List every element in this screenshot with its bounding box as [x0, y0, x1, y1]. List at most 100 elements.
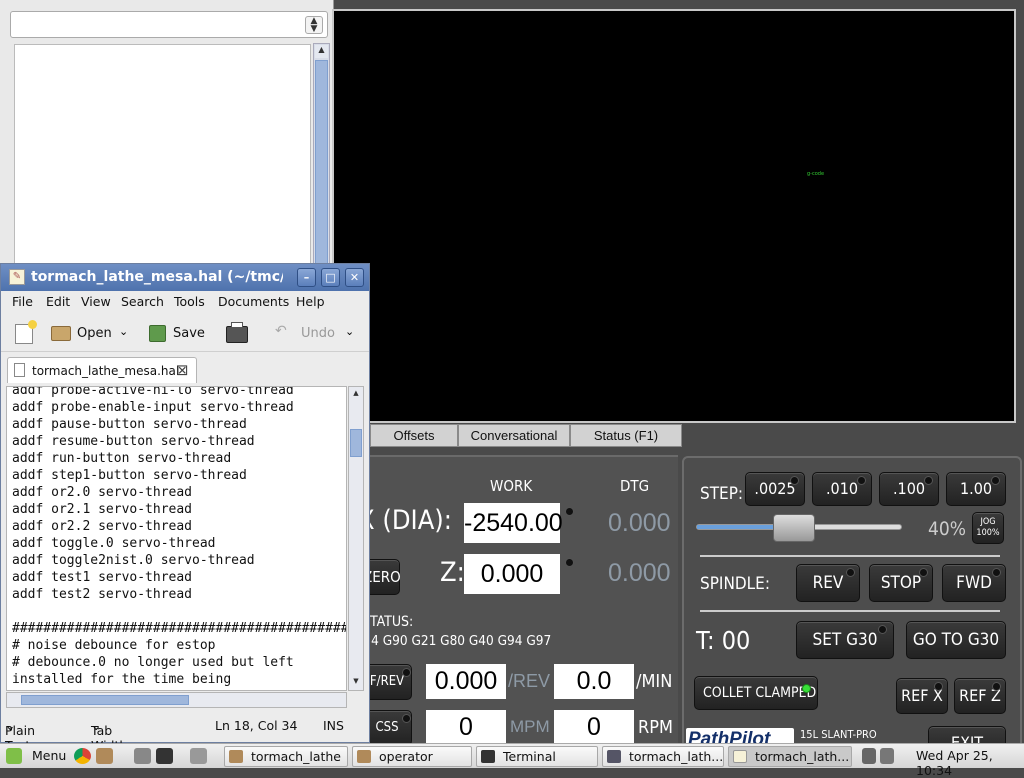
code-line[interactable]: addf or2.2 servo-thread	[12, 519, 192, 534]
chrome-icon[interactable]	[74, 748, 91, 764]
maximize-icon[interactable]: □	[321, 268, 340, 287]
chevron-down-icon[interactable]: ⌄	[345, 325, 354, 338]
collet-led	[802, 684, 811, 693]
chevron-down-icon[interactable]: ⌄	[119, 325, 128, 338]
code-line[interactable]: addf run-button servo-thread	[12, 451, 231, 466]
code-line[interactable]: addf pause-button servo-thread	[12, 417, 247, 432]
print-icon[interactable]	[226, 322, 248, 343]
menu-search[interactable]: Search	[121, 294, 164, 309]
menu-documents[interactable]: Documents	[218, 294, 289, 309]
task-terminal[interactable]: Terminal	[476, 746, 598, 767]
code-line[interactable]: addf test1 servo-thread	[12, 570, 192, 585]
files-icon[interactable]	[96, 748, 113, 764]
code-line[interactable]: addf toggle.0 servo-thread	[12, 536, 216, 551]
modal-status-text: G54 G90 G21 G80 G40 G94 G97	[354, 633, 552, 649]
menu-help[interactable]: Help	[296, 294, 325, 309]
editor-horizontal-scrollbar[interactable]	[6, 692, 347, 708]
code-line[interactable]: addf toggle2nist.0 servo-thread	[12, 553, 255, 568]
network-icon[interactable]	[190, 748, 207, 764]
code-line[interactable]: addf test2 servo-thread	[12, 587, 192, 602]
editor-vertical-scrollbar[interactable]: ▲ ▼	[348, 386, 364, 691]
tab-status[interactable]: Status (F1)	[570, 424, 682, 447]
task-tormach-app[interactable]: tormach_lath...	[602, 746, 724, 767]
folder-icon	[229, 750, 243, 763]
text-editor[interactable]: addf probe-active-hi-lo servo-thread addf…	[6, 386, 347, 691]
menu-view[interactable]: View	[81, 294, 111, 309]
jog-percent: 40%	[928, 518, 966, 540]
code-line[interactable]: addf step1-button servo-thread	[12, 468, 247, 483]
code-line[interactable]: ########################################…	[12, 621, 346, 636]
scroll-up-icon[interactable]: ▲	[350, 389, 362, 401]
code-line[interactable]: # debounce.0 no longer used but left	[12, 655, 294, 670]
gedit-app-icon: ✎	[9, 269, 25, 285]
x-work-dro[interactable]: -2540.00	[464, 503, 563, 543]
terminal-icon[interactable]	[156, 748, 173, 764]
rpm-dro[interactable]: 0	[554, 710, 634, 745]
spindle-label: SPINDLE:	[700, 574, 770, 594]
task-operator-folder[interactable]: operator	[352, 746, 472, 767]
network-status-icon[interactable]	[880, 748, 894, 764]
goto-g30-button[interactable]: GO TO G30	[906, 621, 1006, 659]
menu-file[interactable]: File	[12, 294, 33, 309]
volume-icon[interactable]	[862, 748, 876, 764]
task-label: operator	[379, 749, 433, 764]
clock[interactable]: Wed Apr 25, 10:34	[916, 748, 1024, 778]
step-0025-led	[790, 476, 799, 485]
scroll-up-icon[interactable]: ▲	[315, 45, 328, 58]
code-line[interactable]: addf or2.1 servo-thread	[12, 502, 192, 517]
code-line[interactable]: addf probe-enable-input servo-thread	[12, 400, 294, 415]
dtg-column-header: DTG	[620, 477, 650, 495]
window-title: tormach_lathe_mesa.hal (~/tmc/conf	[31, 269, 283, 285]
close-icon[interactable]: ✕	[345, 268, 364, 287]
slider-knob[interactable]	[773, 514, 815, 542]
preview-tag: g-code	[807, 171, 825, 177]
fwd-led	[992, 568, 1001, 577]
scroll-thumb[interactable]	[350, 429, 362, 457]
scroll-thumb[interactable]	[21, 695, 189, 705]
title-bar[interactable]: ✎ tormach_lathe_mesa.hal (~/tmc/conf – □…	[1, 264, 369, 291]
collet-clamped-button[interactable]: COLLET CLAMPED	[694, 676, 818, 710]
code-line[interactable]: # noise debounce for estop	[12, 638, 216, 653]
code-line[interactable]: installed for the time being	[12, 672, 231, 687]
menu-tools[interactable]: Tools	[174, 294, 205, 309]
window-icon	[607, 750, 621, 763]
step-label: STEP:	[700, 484, 744, 504]
code-line[interactable]: addf probe-active-hi-lo servo-thread	[12, 387, 294, 398]
toolpath-preview[interactable]: g-code	[332, 9, 1016, 423]
code-line[interactable]: addf or2.0 servo-thread	[12, 485, 192, 500]
scroll-down-icon[interactable]: ▼	[350, 677, 362, 689]
save-button[interactable]: Save	[147, 318, 207, 348]
tab-offsets[interactable]: Offsets	[370, 424, 458, 447]
task-gedit[interactable]: tormach_lath...	[728, 746, 852, 767]
feed-rev-dro[interactable]: 0.000	[426, 664, 506, 699]
scroll-thumb[interactable]	[315, 60, 328, 268]
x-dtg-value: 0.000	[608, 509, 671, 537]
file-list-scrollbar[interactable]: ▲	[313, 43, 330, 270]
jog-100-button[interactable]: JOG 100%	[972, 512, 1004, 544]
menu-edit[interactable]: Edit	[46, 294, 70, 309]
z-work-dro[interactable]: 0.000	[464, 554, 560, 594]
language-selector[interactable]: Plain Text ⌄	[5, 718, 35, 753]
terminal-launcher-icon[interactable]	[134, 748, 151, 764]
code-line[interactable]: addf resume-button servo-thread	[12, 434, 255, 449]
undo-button[interactable]: ↶ Undo ⌄	[271, 318, 361, 348]
z-dtg-value: 0.000	[608, 559, 671, 587]
tab-width-selector[interactable]: Tab Width: 4 ⌄	[91, 718, 132, 768]
document-tab[interactable]: tormach_lathe_mesa.hal ⊠	[7, 357, 197, 383]
minimize-icon[interactable]: –	[297, 268, 316, 287]
step-100-led	[924, 476, 933, 485]
open-button[interactable]: Open ⌄	[47, 318, 137, 348]
folder-combo[interactable]: ▲ ▼	[10, 11, 328, 38]
new-document-icon[interactable]	[15, 320, 37, 344]
file-list[interactable]	[14, 44, 311, 270]
combo-arrows-icon[interactable]: ▲ ▼	[305, 16, 323, 34]
step-010-led	[857, 476, 866, 485]
close-tab-icon[interactable]: ⊠	[176, 361, 189, 379]
feed-min-dro[interactable]: 0.0	[554, 664, 634, 699]
menu-button[interactable]: Menu	[2, 746, 68, 767]
cursor-position: Ln 18, Col 34	[215, 718, 298, 733]
rev-led	[846, 568, 855, 577]
task-tormach-lathe-folder[interactable]: tormach_lathe	[224, 746, 348, 767]
css-dro[interactable]: 0	[426, 710, 506, 745]
tab-conversational[interactable]: Conversational	[458, 424, 570, 447]
